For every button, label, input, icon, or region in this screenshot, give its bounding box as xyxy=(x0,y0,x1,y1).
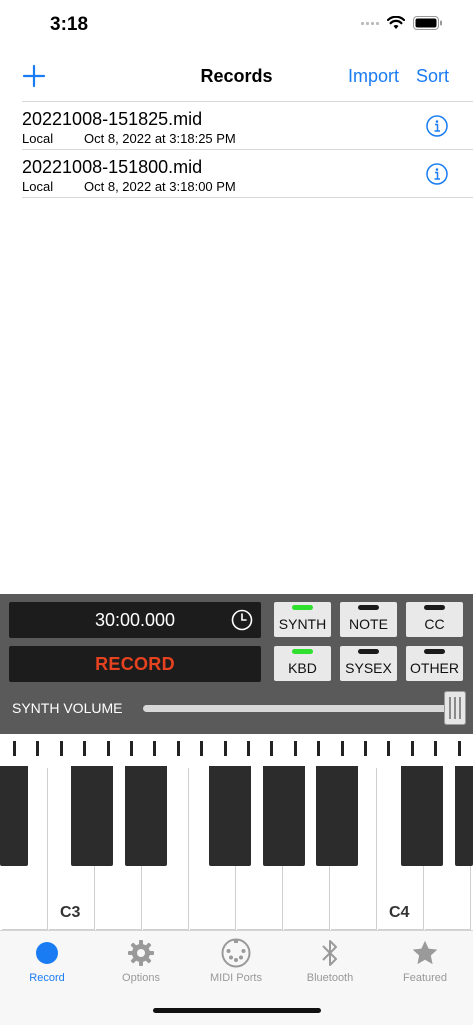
synth-volume-label: SYNTH VOLUME xyxy=(12,700,123,716)
key-tick xyxy=(387,741,391,756)
black-key[interactable] xyxy=(263,766,305,866)
tab-bluetooth-label: Bluetooth xyxy=(306,972,354,984)
key-tick xyxy=(457,741,461,756)
key-tick xyxy=(36,741,40,756)
kbd-label: KBD xyxy=(288,660,317,676)
piano-keyboard[interactable]: C3 C4 xyxy=(0,734,473,930)
record-source: Local xyxy=(22,131,54,146)
timer-value: 30:00.000 xyxy=(94,610,176,630)
black-key[interactable] xyxy=(455,766,473,866)
key-tick xyxy=(130,741,133,756)
record-date: Oct 8, 2022 at 3:18:25 PM xyxy=(84,131,236,146)
status-icons xyxy=(361,16,443,30)
midi-port-icon xyxy=(221,938,251,968)
clock-icon xyxy=(231,609,253,631)
note-label: NOTE xyxy=(349,616,388,632)
sysex-label: SYSEX xyxy=(345,660,392,676)
kbd-led xyxy=(292,649,313,654)
note-led xyxy=(358,605,379,610)
record-row[interactable]: 20221008-151800.mid Local Oct 8, 2022 at… xyxy=(0,150,473,198)
tab-featured[interactable]: Featured xyxy=(378,931,472,991)
black-key[interactable] xyxy=(316,766,358,866)
tab-midi-ports-label: MIDI Ports xyxy=(210,972,262,984)
wifi-icon xyxy=(387,16,405,29)
synth-label: SYNTH xyxy=(278,616,327,632)
record-date: Oct 8, 2022 at 3:18:00 PM xyxy=(84,179,236,194)
tab-featured-label: Featured xyxy=(402,972,448,984)
timer-display[interactable]: 30:00.000 xyxy=(9,602,261,638)
divider xyxy=(22,197,473,198)
key-tick xyxy=(200,741,204,756)
info-icon[interactable] xyxy=(426,115,448,137)
tab-bluetooth[interactable]: Bluetooth xyxy=(283,931,377,991)
sysex-toggle[interactable]: SYSEX xyxy=(340,646,397,681)
other-toggle[interactable]: OTHER xyxy=(406,646,463,681)
battery-icon xyxy=(413,16,442,30)
key-tick xyxy=(83,741,87,756)
key-tick xyxy=(317,741,321,756)
record-row[interactable]: 20221008-151825.mid Local Oct 8, 2022 at… xyxy=(0,102,473,150)
kbd-toggle[interactable]: KBD xyxy=(274,646,331,681)
key-tick xyxy=(410,741,414,756)
octave-label: C3 xyxy=(60,904,81,921)
import-button[interactable]: Import xyxy=(348,66,399,87)
synth-volume-slider[interactable] xyxy=(143,705,453,712)
key-tick xyxy=(106,741,110,756)
key-tick xyxy=(247,741,250,756)
key-tick xyxy=(59,741,63,756)
page-title: Records xyxy=(200,66,273,86)
signal-icon xyxy=(361,21,379,25)
synth-led xyxy=(292,605,313,610)
key-tick xyxy=(176,741,180,756)
star-icon xyxy=(412,940,438,965)
info-icon[interactable] xyxy=(426,163,448,185)
octave-label: C4 xyxy=(389,904,410,921)
key-tick xyxy=(13,741,16,756)
record-button[interactable]: RECORD xyxy=(9,646,261,682)
key-tick xyxy=(340,741,344,756)
cc-led xyxy=(424,605,445,610)
synth-toggle[interactable]: SYNTH xyxy=(274,602,331,637)
note-toggle[interactable]: NOTE xyxy=(340,602,397,637)
record-filename: 20221008-151825.mid xyxy=(22,109,203,129)
key-tick xyxy=(434,741,438,756)
synth-volume-thumb[interactable] xyxy=(444,691,466,725)
black-key[interactable] xyxy=(71,766,113,866)
bluetooth-icon xyxy=(322,940,337,966)
key-tick xyxy=(153,741,157,756)
cc-label: CC xyxy=(424,616,445,632)
home-indicator xyxy=(153,1008,321,1013)
other-led xyxy=(424,649,445,654)
tab-midi-ports[interactable]: MIDI Ports xyxy=(189,931,283,991)
tab-record-label: Record xyxy=(29,972,65,984)
key-tick xyxy=(364,741,367,756)
sysex-led xyxy=(358,649,379,654)
other-label: OTHER xyxy=(410,660,459,676)
black-key[interactable] xyxy=(125,766,167,866)
key-tick xyxy=(223,741,227,756)
tab-record[interactable]: Record xyxy=(0,931,94,991)
record-label: RECORD xyxy=(95,654,175,674)
key-tick xyxy=(293,741,297,756)
record-dot-icon xyxy=(36,942,58,964)
key-tick xyxy=(270,741,274,756)
black-key[interactable] xyxy=(0,766,28,866)
tab-options[interactable]: Options xyxy=(94,931,188,991)
sort-button[interactable]: Sort xyxy=(416,66,449,87)
tab-options-label: Options xyxy=(122,972,160,984)
black-key[interactable] xyxy=(401,766,443,866)
gear-icon xyxy=(128,940,154,966)
black-key[interactable] xyxy=(209,766,251,866)
cc-toggle[interactable]: CC xyxy=(406,602,463,637)
record-source: Local xyxy=(22,179,54,194)
status-time: 3:18 xyxy=(50,14,89,35)
record-filename: 20221008-151800.mid xyxy=(22,157,203,177)
